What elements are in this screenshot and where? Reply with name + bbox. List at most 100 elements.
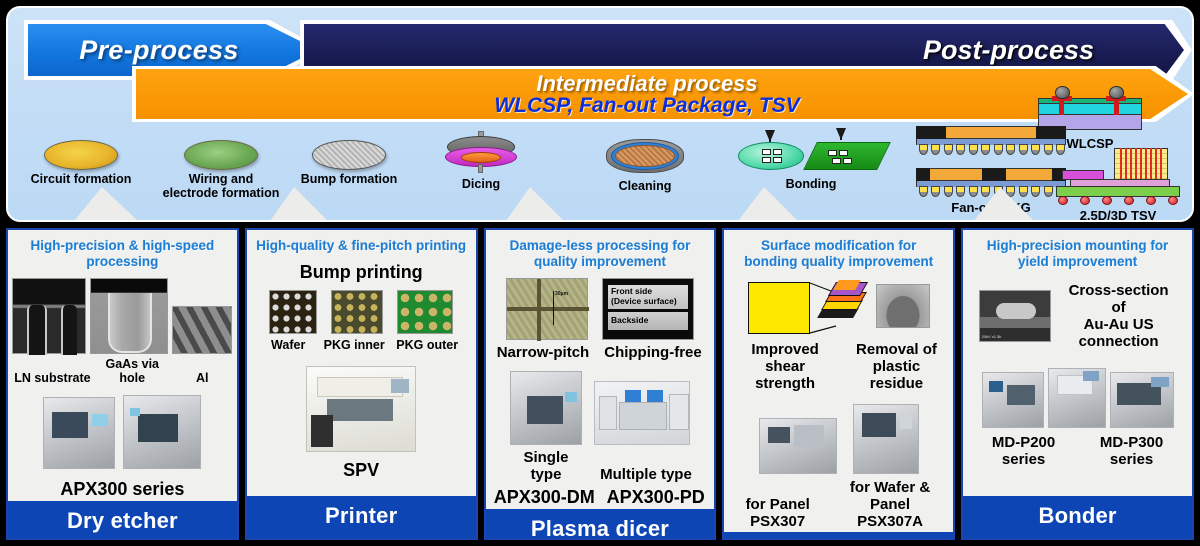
sample-label: Cross-section of Au-Au US connection (1068, 282, 1169, 350)
equipment-model-label: PSX307 (750, 513, 806, 530)
package-fanout-top (916, 126, 1066, 156)
post-process-label: Post-process (922, 34, 1094, 65)
au-au-cross-section-micrograph: 20kV x1.5k (978, 290, 1051, 342)
equipment-type-label: Single type (523, 449, 569, 483)
bonder-machine-photo-3 (1109, 372, 1174, 428)
dicing-icon (443, 131, 519, 173)
bump-array-pkg-inner (331, 290, 384, 334)
printer-machine-photo (306, 366, 417, 452)
panel-subtitle: Bump printing (299, 262, 423, 282)
chipping-annotation-1: Front side (610, 286, 653, 296)
process-overview-panel: Pre-process Post-process Intermediate pr… (6, 6, 1194, 222)
sample-narrow-pitch: 30μm (505, 278, 589, 341)
equipment-model-label: APX300-DM (493, 487, 595, 507)
panel-body: 20kV x1.5k Cross-section of Au-Au US con… (963, 274, 1192, 496)
panel-headline: Damage-less processing for quality impro… (509, 238, 691, 269)
panel-dry-etcher[interactable]: High-precision & high-speed processing L… (6, 228, 239, 540)
connector-triangle-4 (738, 187, 798, 220)
equipment-panels: High-precision & high-speed processing L… (6, 228, 1194, 540)
sem-micrograph-al (172, 306, 233, 354)
step-wiring-electrode-formation: Wiring and electrode formation (153, 140, 289, 200)
bonder-machine-photo-2 (1047, 368, 1106, 428)
pre-process-label: Pre-process (79, 34, 239, 65)
step-label: Bump formation (300, 172, 398, 186)
sample-label: Removal of plastic residue (856, 341, 937, 392)
etcher-machine-photo-2 (123, 395, 202, 469)
sample-label: Al (195, 371, 209, 385)
step-dicing: Dicing (426, 131, 536, 192)
panel-headline: Surface modification for bonding quality… (744, 238, 934, 269)
sample-label: Narrow-pitch (496, 344, 590, 361)
intermediate-title: Intermediate process (536, 70, 758, 96)
sample-al (172, 278, 233, 354)
plasma-cleaner-panel-photo (758, 418, 837, 474)
chipping-free-micrograph: Front side (Device surface) Backside (601, 278, 694, 340)
bump-array-pkg-outer (397, 290, 454, 334)
panel-body: Improved shear strength Removal of plast… (724, 274, 953, 532)
etcher-machine-photo-1 (43, 397, 116, 469)
bump-array-wafer (269, 290, 318, 334)
package-label: 2.5D/3D TSV (1079, 208, 1157, 222)
sample-label: GaAs via hole (105, 357, 159, 385)
step-cleaning: Cleaning (586, 138, 704, 194)
step-label: Circuit formation (30, 172, 132, 186)
equipment-model-label: MD-P200 series (991, 434, 1056, 468)
equipment-type-label: for Wafer & Panel (849, 479, 931, 513)
sample-label: Chipping-free (604, 344, 702, 361)
panel-printer[interactable]: High-quality & fine-pitch printing Bump … (244, 228, 478, 540)
connector-triangle-5 (974, 187, 1034, 220)
sample-gaas-via (90, 278, 169, 354)
panel-footer-label: Printer (246, 496, 476, 538)
panel-body: Bump printing Wafer PKG inner PKG outer (247, 258, 476, 496)
connector-triangle-3 (506, 187, 564, 220)
step-label: Cleaning (618, 179, 672, 193)
panel-body: 30μm Front side (Device surface) Backsid… (486, 274, 715, 509)
panel-headline: High-precision & high-speed processing (30, 238, 215, 269)
chipping-annotation-3: Backside (610, 315, 649, 325)
narrow-pitch-micrograph: 30μm (505, 278, 589, 341)
step-circuit-formation: Circuit formation (16, 140, 146, 187)
equipment-type-label: Multiple type (600, 466, 692, 483)
cleaning-icon (606, 138, 684, 176)
bonder-machine-photo-1 (981, 372, 1044, 428)
shear-strength-diagram (747, 278, 868, 338)
sample-chipping-free: Front side (Device surface) Backside (601, 278, 694, 340)
connector-triangle-2 (270, 187, 328, 220)
sem-micrograph-ln-substrate (12, 278, 87, 355)
chipping-annotation-2: (Device surface) (610, 296, 677, 306)
panel-headline: High-quality & fine-pitch printing (256, 238, 467, 253)
package-illustrations: WLCSP Fan-out PKG 2.5D/3D TSV (916, 86, 1184, 222)
sample-ln-substrate (12, 278, 87, 355)
connector-triangle-1 (74, 187, 138, 220)
gold-wafer-icon (44, 140, 118, 170)
step-bump-formation: Bump formation (286, 140, 412, 187)
panel-plasma-dicer[interactable]: Damage-less processing for quality impro… (483, 228, 717, 540)
equipment-model-label: PSX307A (857, 513, 923, 530)
panel-headline: High-precision mounting for yield improv… (986, 238, 1169, 269)
sample-label: Wafer (271, 338, 306, 352)
plasma-dicer-multiple-photo (593, 381, 690, 445)
narrow-pitch-annotation: 30μm (554, 291, 569, 297)
green-wafer-icon (184, 140, 258, 170)
equipment-model-label: MD-P300 series (1099, 434, 1164, 468)
sample-label: LN substrate (14, 371, 91, 385)
bonding-icon (736, 128, 891, 176)
plastic-residue-micrograph (875, 284, 930, 328)
panel-plasma-cleaner[interactable]: Surface modification for bonding quality… (722, 228, 956, 540)
equipment-model-label: APX300 series (60, 479, 185, 499)
intermediate-subtitle: WLCSP, Fan-out Package, TSV (494, 93, 800, 117)
equipment-model-label: SPV (343, 460, 380, 480)
step-bonding: Bonding (726, 128, 896, 192)
panel-body: LN substrate GaAs via hole Al APX300 ser… (8, 274, 237, 501)
sample-label: PKG inner (323, 338, 385, 352)
package-tsv: 2.5D/3D TSV (1056, 146, 1180, 222)
sample-label: PKG outer (396, 338, 459, 352)
panel-footer-label: Plasma dicer (485, 509, 715, 538)
step-label: Wiring and electrode formation (162, 172, 280, 200)
plasma-dicer-single-photo (509, 371, 582, 445)
equipment-type-label: for Panel (745, 496, 810, 513)
tsv-stack-icon (1056, 146, 1180, 208)
panel-footer-label: Plasma cleaner (724, 532, 954, 538)
panel-footer-label: Bonder (963, 496, 1192, 538)
panel-bonder[interactable]: High-precision mounting for yield improv… (961, 228, 1194, 540)
